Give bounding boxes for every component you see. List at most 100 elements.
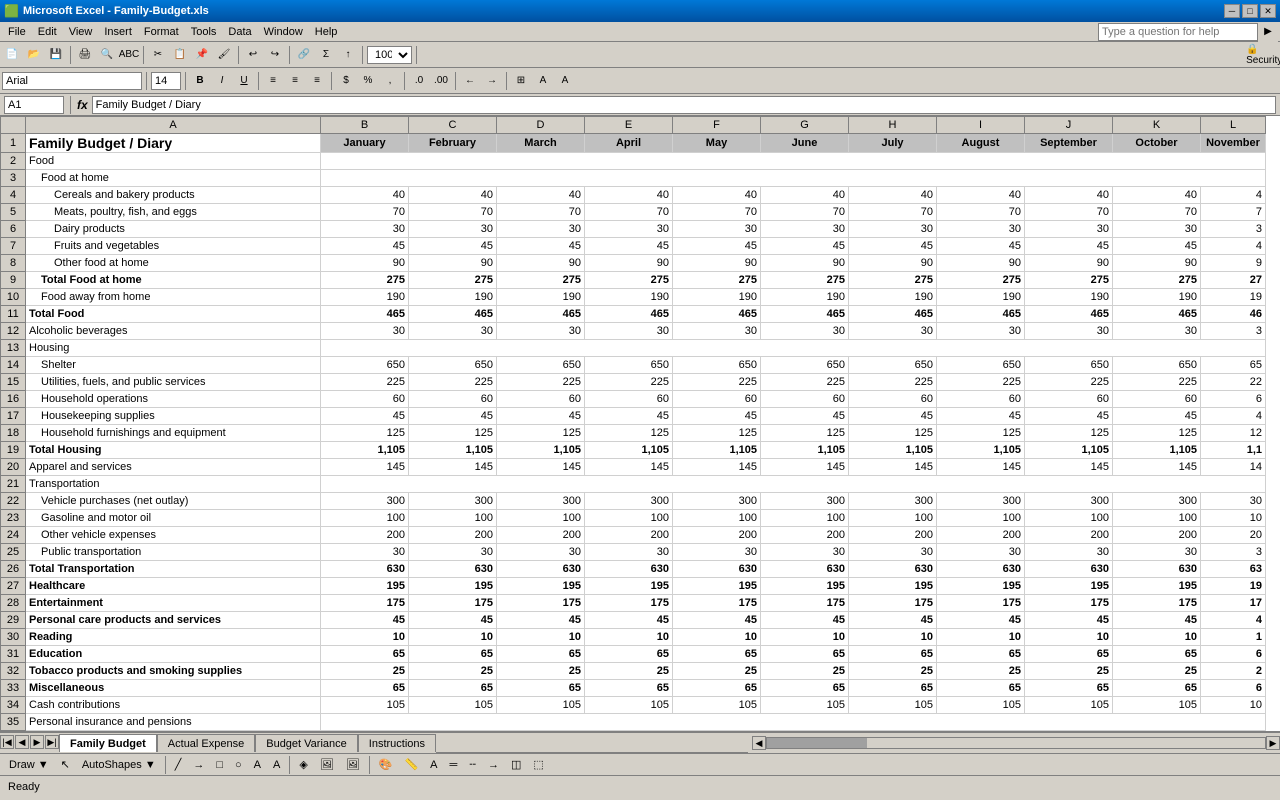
line-color-button[interactable]: 📏 [399, 756, 423, 773]
fill-color-button[interactable]: A [533, 71, 553, 91]
menu-insert[interactable]: Insert [98, 24, 138, 40]
col-header-e[interactable]: E [585, 117, 673, 134]
paste-button[interactable]: 📌 [192, 45, 212, 65]
sheet-tab-actual-expense[interactable]: Actual Expense [157, 734, 255, 752]
rect-tool-button[interactable]: □ [211, 757, 228, 773]
cell-a15[interactable]: Utilities, fuels, and public services [26, 374, 321, 391]
cell-l1[interactable]: November [1201, 134, 1266, 153]
cell-a33[interactable]: Miscellaneous [26, 680, 321, 697]
borders-button[interactable]: ⊞ [511, 71, 531, 91]
tab-last-button[interactable]: ▶| [45, 735, 59, 749]
sheet-tab-instructions[interactable]: Instructions [358, 734, 436, 752]
font-color-button[interactable]: A [555, 71, 575, 91]
help-search-icon[interactable]: ▶ [1258, 22, 1278, 42]
oval-tool-button[interactable]: ○ [230, 757, 247, 773]
cell-a35[interactable]: Personal insurance and pensions [26, 714, 321, 731]
cell-b1[interactable]: January [321, 134, 409, 153]
increase-decimal-button[interactable]: .0 [409, 71, 429, 91]
minimize-button[interactable]: ─ [1224, 4, 1240, 18]
spell-check-button[interactable]: ABC [119, 45, 139, 65]
cell-a1[interactable]: Family Budget / Diary [26, 134, 321, 153]
picture-button[interactable]: 🖼 [341, 756, 365, 773]
col-header-i[interactable]: I [937, 117, 1025, 134]
textbox-tool-button[interactable]: A [249, 757, 266, 773]
print-preview-button[interactable]: 🔍 [97, 45, 117, 65]
format-painter-button[interactable]: 🖌 [214, 45, 234, 65]
cell-a6[interactable]: Dairy products [26, 221, 321, 238]
cell-a10[interactable]: Food away from home [26, 289, 321, 306]
cell-a12[interactable]: Alcoholic beverages [26, 323, 321, 340]
shadow-button[interactable]: ◫ [506, 756, 526, 773]
percent-button[interactable]: % [358, 71, 378, 91]
cell-a13[interactable]: Housing [26, 340, 321, 357]
cell-a25[interactable]: Public transportation [26, 544, 321, 561]
cell-a23[interactable]: Gasoline and motor oil [26, 510, 321, 527]
cell-a11[interactable]: Total Food [26, 306, 321, 323]
cell-b4[interactable]: 40 [321, 187, 409, 204]
horizontal-scrollbar[interactable] [766, 737, 1266, 749]
col-header-k[interactable]: K [1113, 117, 1201, 134]
cell-a14[interactable]: Shelter [26, 357, 321, 374]
new-button[interactable]: 📄 [2, 45, 22, 65]
align-left-button[interactable]: ≡ [263, 71, 283, 91]
cell-b3[interactable] [321, 170, 1266, 187]
diagram-button[interactable]: ◈ [294, 756, 312, 773]
arrow-style-button[interactable]: → [483, 757, 504, 773]
autosum-button[interactable]: Σ [316, 45, 336, 65]
cell-a24[interactable]: Other vehicle expenses [26, 527, 321, 544]
cell-g1[interactable]: June [761, 134, 849, 153]
menu-file[interactable]: File [2, 24, 32, 40]
print-button[interactable]: 🖨 [75, 45, 95, 65]
3d-button[interactable]: ⬚ [528, 756, 548, 773]
cell-a4[interactable]: Cereals and bakery products [26, 187, 321, 204]
col-header-h[interactable]: H [849, 117, 937, 134]
cell-a17[interactable]: Housekeeping supplies [26, 408, 321, 425]
fill-color-draw-button[interactable]: 🎨 [374, 756, 398, 773]
cell-a32[interactable]: Tobacco products and smoking supplies [26, 663, 321, 680]
cell-a20[interactable]: Apparel and services [26, 459, 321, 476]
cell-a9[interactable]: Total Food at home [26, 272, 321, 289]
cell-reference-box[interactable] [4, 96, 64, 114]
col-header-b[interactable]: B [321, 117, 409, 134]
select-objects-button[interactable]: ↖ [56, 756, 75, 773]
cell-a19[interactable]: Total Housing [26, 442, 321, 459]
cell-a21[interactable]: Transportation [26, 476, 321, 493]
insert-hyperlink-button[interactable]: 🔗 [294, 45, 314, 65]
menu-edit[interactable]: Edit [32, 24, 63, 40]
cell-a22[interactable]: Vehicle purchases (net outlay) [26, 493, 321, 510]
line-tool-button[interactable]: ╱ [170, 756, 187, 773]
col-header-d[interactable]: D [497, 117, 585, 134]
formula-input[interactable] [92, 96, 1276, 114]
cell-a26[interactable]: Total Transportation [26, 561, 321, 578]
sort-asc-button[interactable]: ↑ [338, 45, 358, 65]
zoom-select[interactable]: 100% [367, 46, 412, 64]
hscroll-left-button[interactable]: ◀ [752, 736, 766, 750]
help-search-input[interactable] [1098, 23, 1258, 41]
italic-button[interactable]: I [212, 71, 232, 91]
cell-i1[interactable]: August [937, 134, 1025, 153]
col-header-l[interactable]: L [1201, 117, 1266, 134]
cell-e1[interactable]: April [585, 134, 673, 153]
sheet-tab-family-budget[interactable]: Family Budget [59, 734, 157, 752]
align-right-button[interactable]: ≡ [307, 71, 327, 91]
cell-f1[interactable]: May [673, 134, 761, 153]
wordart-button[interactable]: A [268, 757, 285, 773]
cell-a34[interactable]: Cash contributions [26, 697, 321, 714]
tab-first-button[interactable]: |◀ [0, 735, 14, 749]
dash-style-button[interactable]: ╌ [464, 756, 481, 773]
copy-button[interactable]: 📋 [170, 45, 190, 65]
font-color-draw-button[interactable]: A [425, 757, 442, 773]
redo-button[interactable]: ↪ [265, 45, 285, 65]
cell-c1[interactable]: February [409, 134, 497, 153]
menu-data[interactable]: Data [222, 24, 257, 40]
undo-button[interactable]: ↩ [243, 45, 263, 65]
menu-format[interactable]: Format [138, 24, 185, 40]
cell-a27[interactable]: Healthcare [26, 578, 321, 595]
menu-tools[interactable]: Tools [185, 24, 223, 40]
maximize-button[interactable]: □ [1242, 4, 1258, 18]
line-style-button[interactable]: ═ [445, 757, 463, 773]
cell-a30[interactable]: Reading [26, 629, 321, 646]
cell-a7[interactable]: Fruits and vegetables [26, 238, 321, 255]
cell-a3[interactable]: Food at home [26, 170, 321, 187]
col-header-c[interactable]: C [409, 117, 497, 134]
